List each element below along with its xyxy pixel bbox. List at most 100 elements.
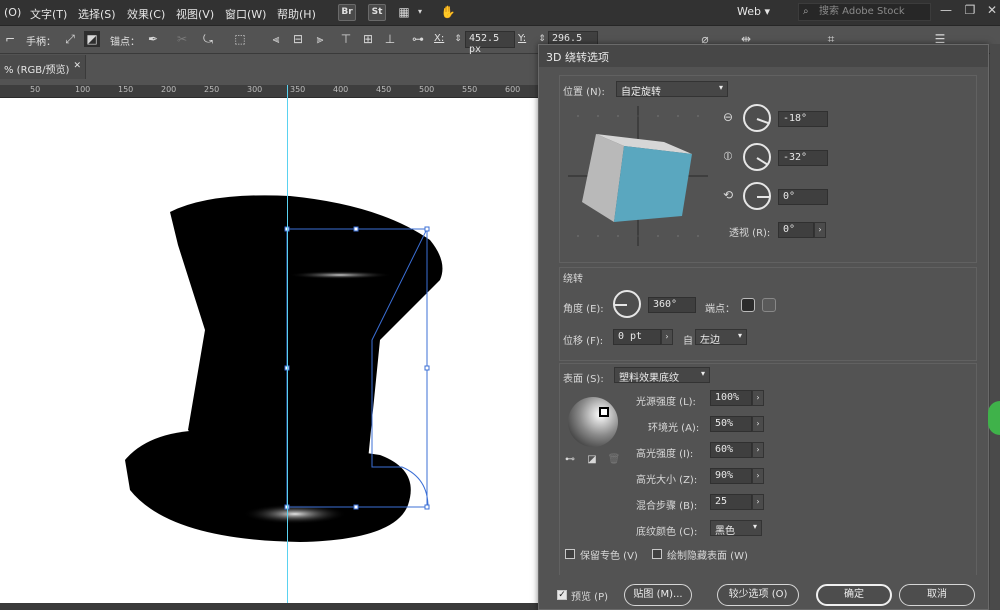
align-right-icon[interactable]: ⫸ <box>312 31 328 47</box>
chevron-down-icon: ▾ <box>752 522 757 531</box>
blend-steps-field[interactable]: 25 <box>710 494 752 510</box>
cut-path-icon[interactable]: ✂ <box>174 31 190 47</box>
hat-crown <box>170 195 443 471</box>
highlight-intensity-arrow[interactable]: › <box>752 442 764 458</box>
chevron-down-icon: ▾ <box>700 369 705 378</box>
horizontal-ruler[interactable]: 50 100 150 200 250 300 350 400 450 500 5… <box>0 85 540 98</box>
dialog-title[interactable]: 3D 绕转选项 <box>539 45 988 67</box>
chevron-down-icon[interactable]: ▾ <box>412 4 428 20</box>
menu-help[interactable]: 帮助(H) <box>277 6 316 22</box>
ok-button[interactable]: 确定 <box>816 584 892 606</box>
document-tab-label: % (RGB/预览) <box>4 65 70 76</box>
x-field[interactable]: 452.5 px <box>465 31 515 55</box>
align-left-icon[interactable]: ⫷ <box>268 31 284 47</box>
light-intensity-field[interactable]: 100% <box>710 390 752 406</box>
anchor-tool-icon[interactable]: ⤿ <box>200 31 216 47</box>
x-stepper-icon[interactable]: ⇕ <box>450 31 466 47</box>
align-bottom-icon[interactable]: ⊥ <box>382 31 398 47</box>
y-rotation-dial[interactable] <box>743 143 771 171</box>
menu-select[interactable]: 选择(S) <box>78 6 116 22</box>
map-art-button[interactable]: 贴图 (M)... <box>624 584 692 606</box>
from-select[interactable]: 左边 ▾ <box>695 329 747 346</box>
offset-field[interactable]: 0 pt <box>613 329 661 345</box>
vertical-guide[interactable] <box>287 85 288 610</box>
ruler-tick: 300 <box>247 85 263 94</box>
highlight-size-field[interactable]: 90% <box>710 468 752 484</box>
cube-front-face <box>614 146 692 222</box>
highlight-size-arrow[interactable]: › <box>752 468 764 484</box>
menu-object[interactable]: (O) <box>4 6 21 19</box>
tab-close-icon[interactable]: ✕ <box>73 61 81 71</box>
surface-label: 表面 (S): <box>563 374 604 385</box>
lighting-sphere[interactable] <box>567 396 619 448</box>
anchor-convert-icon[interactable]: ⌐ <box>2 31 18 47</box>
minimize-icon[interactable]: — <box>934 0 958 22</box>
align-center-icon[interactable]: ⊟ <box>290 31 306 47</box>
handle-smooth-icon[interactable]: ◩ <box>84 31 100 47</box>
hat-artwork[interactable] <box>0 98 540 603</box>
menu-window[interactable]: 窗口(W) <box>225 6 266 22</box>
preview-checkbox[interactable]: ✓ <box>557 590 567 600</box>
document-tab[interactable]: % (RGB/预览) ✕ <box>0 55 86 79</box>
draw-hidden-label: 绘制隐藏表面 (W) <box>667 551 748 562</box>
gpu-performance-icon[interactable]: ✋ <box>440 4 456 20</box>
shading-color-select[interactable]: 黑色 ▾ <box>710 520 762 537</box>
hat-highlight-top <box>288 271 392 279</box>
angle-field[interactable]: 360° <box>648 297 696 313</box>
delete-light-icon[interactable]: 🗑 <box>606 452 622 468</box>
offset-arrow-button[interactable]: › <box>661 329 673 345</box>
bridge-icon[interactable]: Br <box>338 4 356 21</box>
preview-label: 预览 (P) <box>571 592 609 603</box>
y-rotation-field[interactable]: -32° <box>778 150 828 166</box>
angle-dial[interactable] <box>613 290 641 318</box>
ruler-tick: 150 <box>118 85 134 94</box>
workspace-switcher[interactable]: Web ▾ <box>737 5 770 18</box>
ambient-field[interactable]: 50% <box>710 416 752 432</box>
move-light-back-icon[interactable]: ⊷ <box>562 452 578 468</box>
artboard[interactable] <box>0 98 540 603</box>
x-rotation-dial[interactable] <box>743 104 771 132</box>
blend-steps-arrow[interactable]: › <box>752 494 764 510</box>
new-light-icon[interactable]: ◪ <box>584 452 600 468</box>
light-source-handle <box>599 407 609 417</box>
align-middle-icon[interactable]: ⊞ <box>360 31 376 47</box>
perspective-field[interactable]: 0° <box>778 222 814 238</box>
assistant-bubble-icon[interactable] <box>988 401 1000 435</box>
highlight-intensity-field[interactable]: 60% <box>710 442 752 458</box>
cancel-button[interactable]: 取消 <box>899 584 975 606</box>
fewer-options-button[interactable]: 较少选项 (O) <box>717 584 799 606</box>
workspace-label: Web <box>737 5 761 18</box>
handle-corner-icon[interactable]: ⤢ <box>62 31 78 47</box>
preserve-spot-checkbox[interactable] <box>565 549 575 559</box>
search-icon: ⌕ <box>803 6 809 17</box>
cap-on-button[interactable] <box>741 298 755 312</box>
z-rotation-dial[interactable] <box>743 182 771 210</box>
close-icon[interactable]: ✕ <box>980 0 1000 22</box>
x-axis-rotate-icon: ⊖ <box>722 110 734 124</box>
x-rotation-field[interactable]: -18° <box>778 111 828 127</box>
arrange-documents-icon[interactable]: ▦ <box>396 4 412 20</box>
isolate-icon[interactable]: ⬚ <box>232 31 248 47</box>
draw-hidden-checkbox[interactable] <box>652 549 662 559</box>
light-intensity-arrow[interactable]: › <box>752 390 764 406</box>
surface-select[interactable]: 塑料效果底纹 ▾ <box>614 367 710 384</box>
cap-label: 端点： <box>705 304 735 315</box>
reference-point-icon[interactable]: ⊶ <box>410 31 426 47</box>
ambient-arrow[interactable]: › <box>752 416 764 432</box>
pen-icon[interactable]: ✒ <box>145 31 161 47</box>
position-preset-select[interactable]: 自定旋转 ▾ <box>616 81 728 98</box>
stock-search-input[interactable]: ⌕ 搜索 Adobe Stock <box>798 3 931 21</box>
menu-view[interactable]: 视图(V) <box>176 6 214 22</box>
perspective-label: 透视 (R): <box>729 228 771 239</box>
menu-type[interactable]: 文字(T) <box>30 6 67 22</box>
restore-icon[interactable]: ❐ <box>958 0 982 22</box>
rotation-cube-preview[interactable] <box>568 106 708 246</box>
highlight-size-label: 高光大小 (Z): <box>636 475 698 486</box>
perspective-arrow-button[interactable]: › <box>814 222 826 238</box>
z-rotation-field[interactable]: 0° <box>778 189 828 205</box>
position-section: 位置 (N): 自定旋转 ▾ ⊖ -18° ⦶ -32° ⟲ 0° 透视 (R):… <box>559 75 977 263</box>
cap-off-button[interactable] <box>762 298 776 312</box>
align-top-icon[interactable]: ⊤ <box>338 31 354 47</box>
stock-icon[interactable]: St <box>368 4 386 21</box>
menu-effect[interactable]: 效果(C) <box>127 6 165 22</box>
